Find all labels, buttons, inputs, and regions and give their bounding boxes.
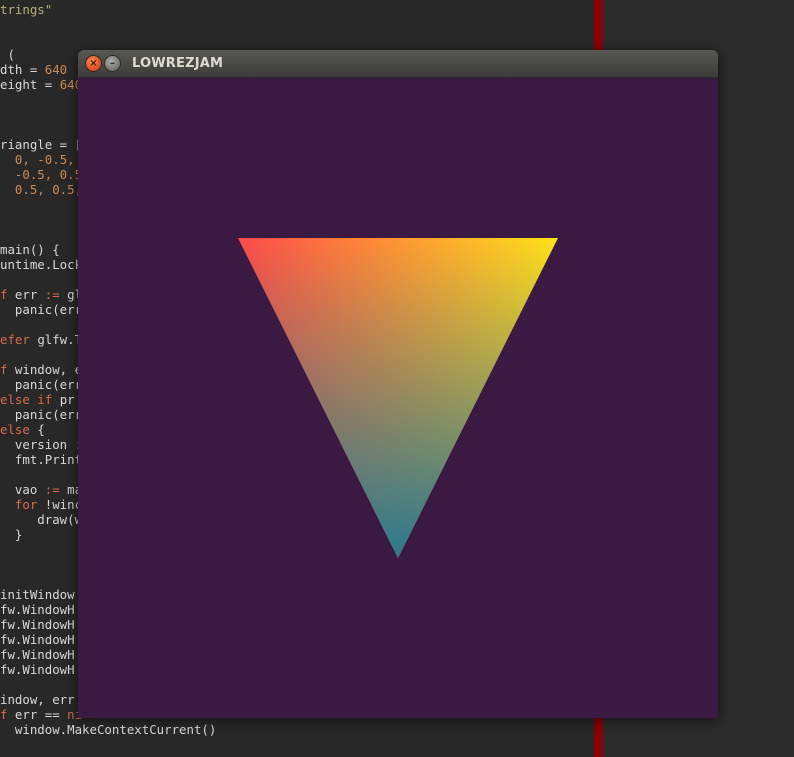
code-token: { [37,422,45,437]
triangle-shading [238,238,558,558]
code-token: fmt.Print [0,452,83,467]
code-token: f [0,362,15,377]
code-line: eight = 640 [0,77,82,92]
code-token: dth = [0,62,45,77]
code-token: err [14,287,45,302]
code-token: fw.WindowH [0,647,75,662]
code-line: f err := gl [0,287,82,302]
code-token: f [0,707,15,722]
minimize-button[interactable]: – [105,56,120,71]
code-line: panic(err [0,302,82,317]
code-line: dth = 640 [0,62,67,77]
close-button[interactable]: × [86,56,101,71]
code-token: riangle = [ [0,137,83,152]
triangle-render [238,238,558,558]
code-token: ( [0,47,15,62]
code-line: draw(w [0,512,82,527]
code-token: panic(err [0,377,83,392]
code-token: efer [0,332,38,347]
code-line: f err == ni [0,707,82,722]
code-line: fw.WindowH [0,632,75,647]
code-token: err == [14,707,68,722]
code-line: else { [0,422,45,437]
code-line: main() { [0,242,60,257]
code-line: ( [0,47,15,62]
code-line: 0.5, 0.5, [0,182,82,197]
code-token: 0, [0,152,38,167]
code-token: f [0,287,15,302]
code-line: version : [0,437,82,452]
code-token: } [0,527,23,542]
code-token: window.MakeContextCurrent() [0,722,217,737]
minimize-icon: – [110,58,115,69]
code-line: else if pr [0,392,75,407]
code-line: riangle = [ [0,137,82,152]
code-token: fw.WindowH [0,617,75,632]
code-line: panic(err [0,407,82,422]
code-token: trings" [0,2,53,17]
code-token: window, e [14,362,83,377]
window-titlebar[interactable]: × – LOWREZJAM [78,50,718,78]
code-token: else if [0,392,60,407]
code-token: indow, err [0,692,75,707]
code-token: -0.5, 0.5 [0,167,83,182]
code-token: initWindow [0,587,75,602]
code-token: for [0,497,45,512]
glfw-window: × – LOWREZJAM [78,50,718,718]
code-line: untime.Lock [0,257,82,272]
code-token: := [44,287,68,302]
code-token: glfw.T [37,332,83,347]
code-line: fw.WindowH [0,662,75,677]
code-token: version [0,437,75,452]
code-token: draw(w [0,512,83,527]
code-token: vao [0,482,45,497]
close-icon: × [89,58,98,69]
code-token: fw.WindowH [0,632,75,647]
code-line: f window, e [0,362,82,377]
window-title: LOWREZJAM [132,56,224,71]
code-line: -0.5, 0.5 [0,167,82,182]
code-token: fw.WindowH [0,662,75,677]
code-token: := [44,482,68,497]
code-token: pr [59,392,75,407]
code-line: vao := ma [0,482,82,497]
code-line: initWindow [0,587,75,602]
code-token: 640 [44,62,68,77]
render-canvas[interactable] [78,78,718,718]
code-line: for !winc [0,497,82,512]
code-token: else [0,422,38,437]
code-line: trings" [0,2,52,17]
code-line: panic(err [0,377,82,392]
code-line: } [0,527,22,542]
code-line: fw.WindowH [0,647,75,662]
code-line: window.MakeContextCurrent() [0,722,216,737]
code-token: main() { [0,242,60,257]
code-token: 0.5, 0.5, [0,182,83,197]
code-token: panic(err [0,302,83,317]
code-line: fw.WindowH [0,617,75,632]
code-token: eight = [0,77,60,92]
code-line: efer glfw.T [0,332,82,347]
code-token: untime.Lock [0,257,83,272]
code-line: fw.WindowH [0,602,75,617]
code-line: indow, err [0,692,75,707]
code-token: fw.WindowH [0,602,75,617]
code-token: !winc [44,497,83,512]
code-line: 0, -0.5, [0,152,75,167]
code-token: -0.5, [37,152,75,167]
code-line: fmt.Print [0,452,82,467]
code-token: panic(err [0,407,83,422]
